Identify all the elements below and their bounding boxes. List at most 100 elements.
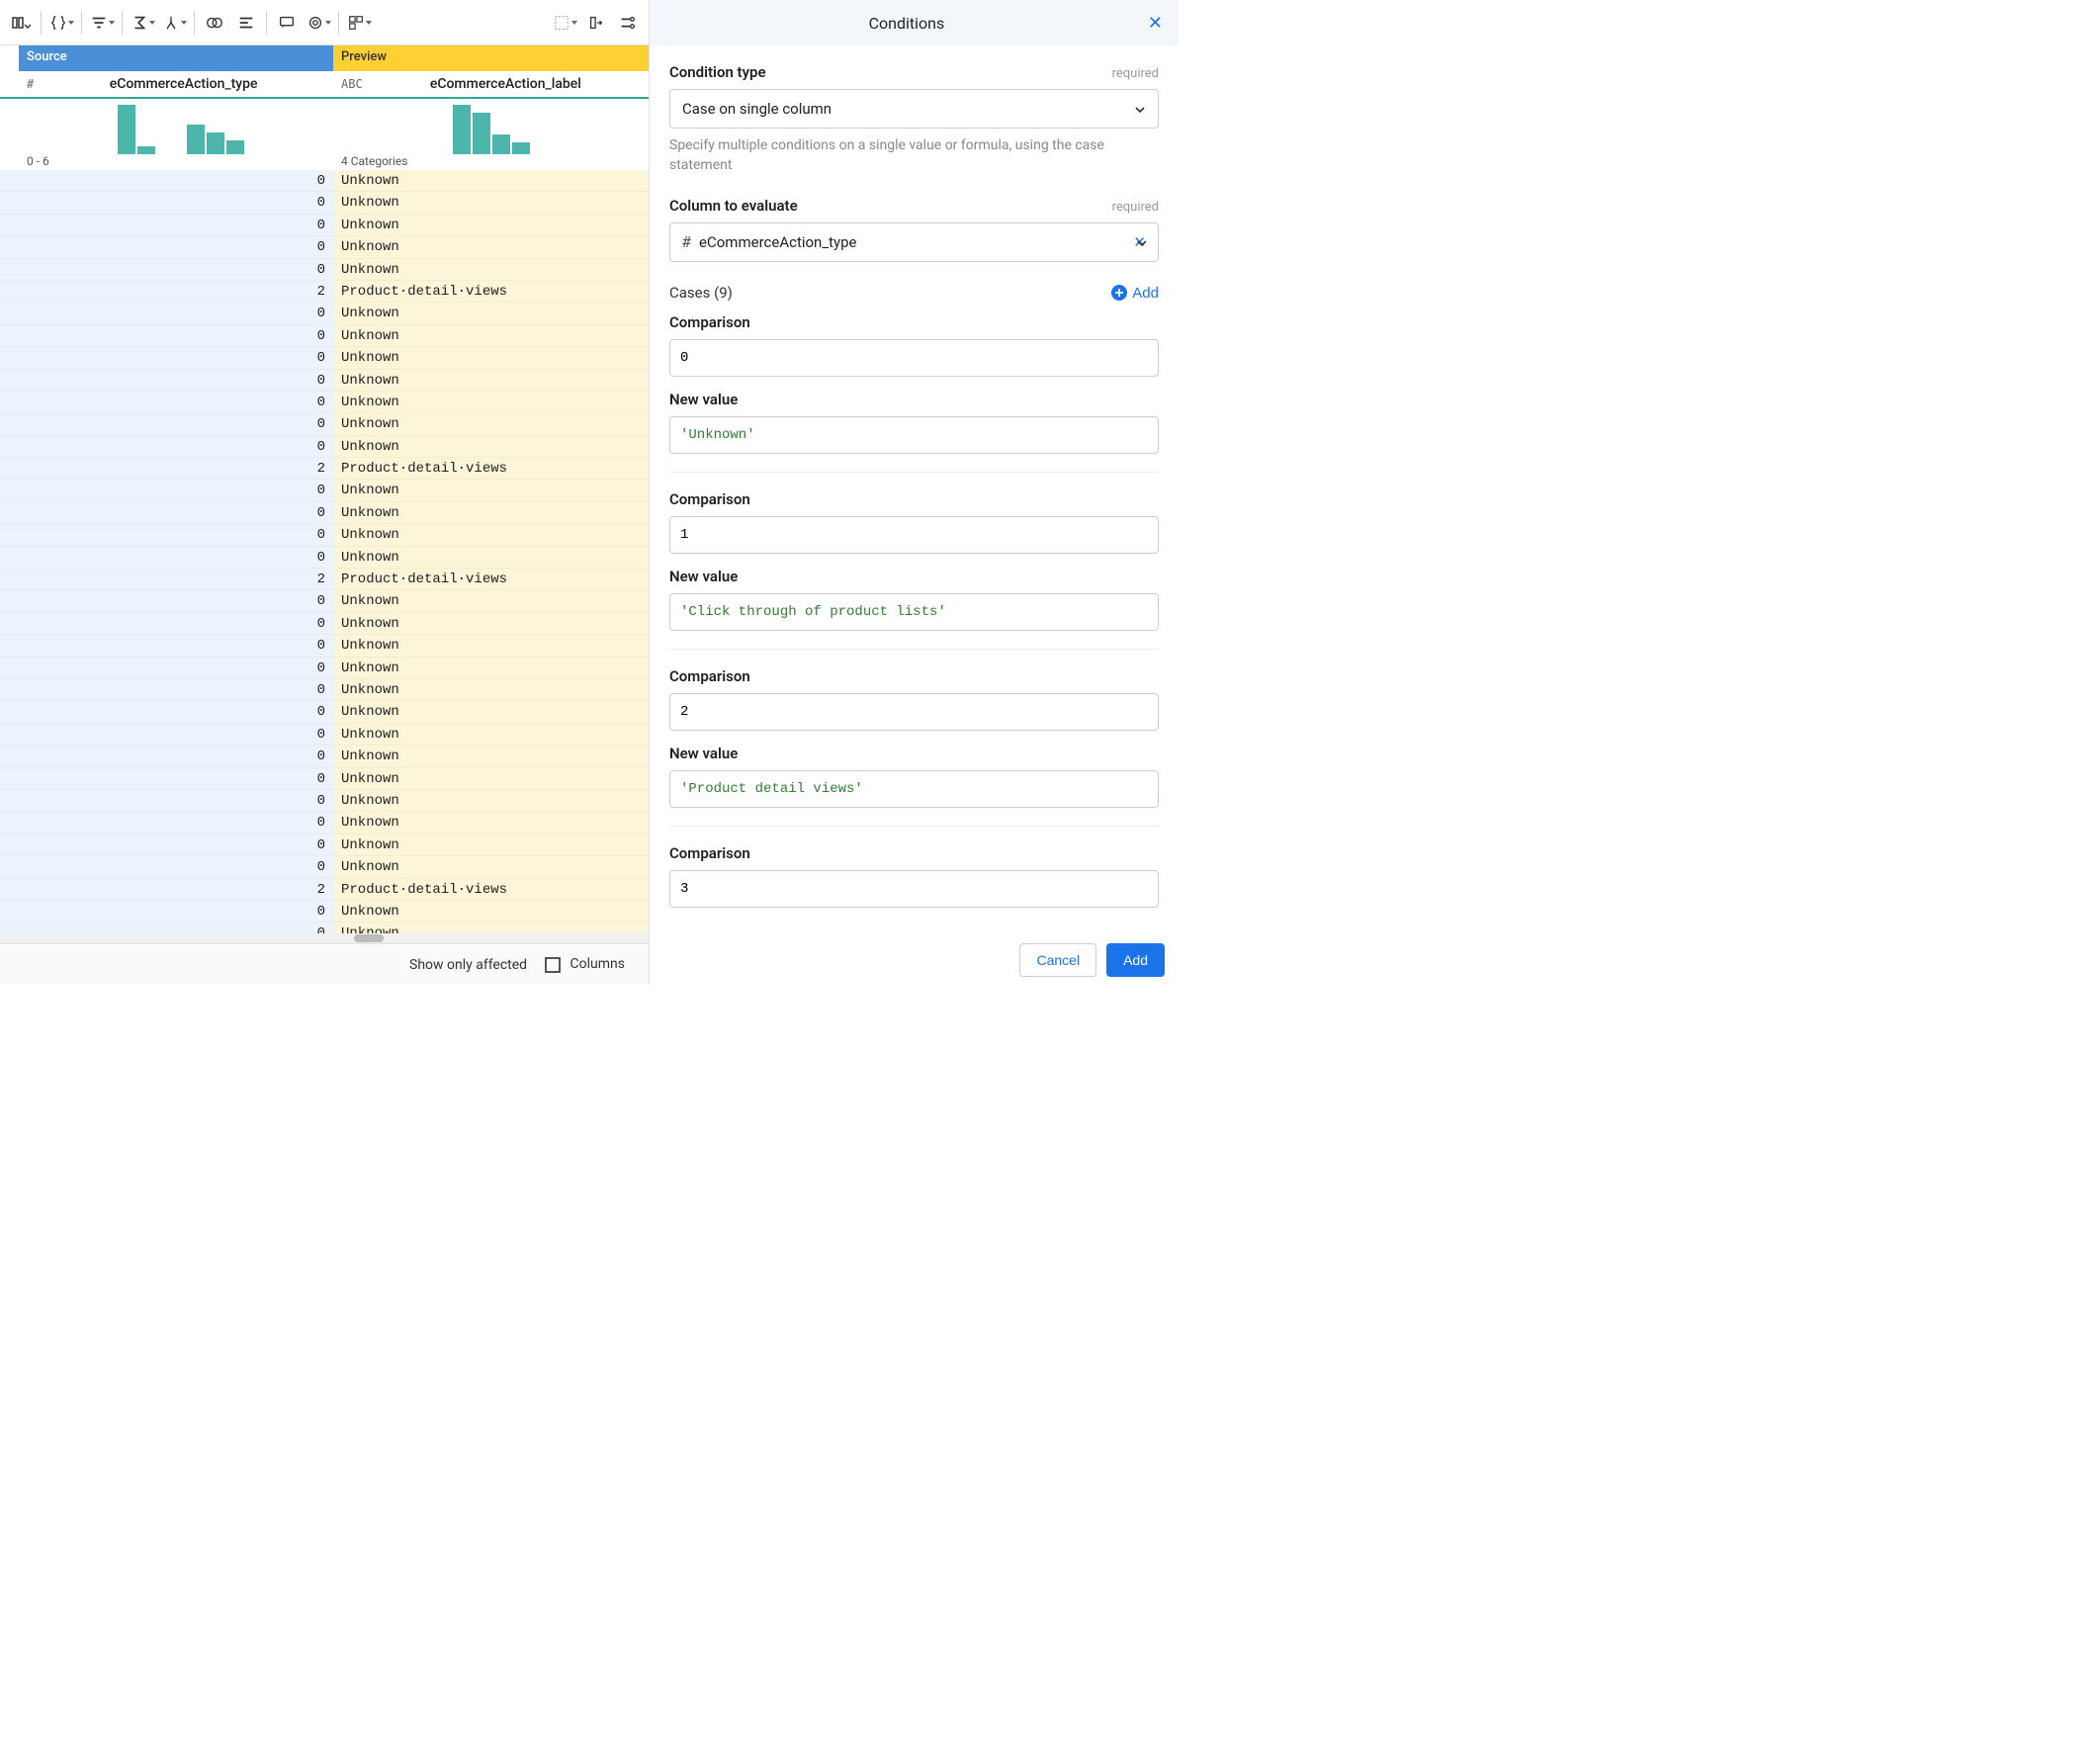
required-tag: required bbox=[1112, 66, 1159, 81]
table-row[interactable]: 0 Unknown bbox=[0, 303, 649, 324]
cell-type: 0 bbox=[19, 347, 333, 369]
table-row[interactable]: 0 Unknown bbox=[0, 923, 649, 933]
checkbox-icon[interactable] bbox=[545, 957, 561, 973]
table-row[interactable]: 0 Unknown bbox=[0, 701, 649, 723]
table-row[interactable]: 2 Product·detail·views bbox=[0, 569, 649, 590]
column-header-source[interactable]: Source bbox=[19, 45, 333, 71]
separator bbox=[41, 11, 42, 35]
table-row[interactable]: 0 Unknown bbox=[0, 370, 649, 392]
table-row[interactable]: 0 Unknown bbox=[0, 480, 649, 501]
plus-circle-icon bbox=[1110, 284, 1128, 302]
table-row[interactable]: 0 Unknown bbox=[0, 658, 649, 679]
cell-type: 2 bbox=[19, 281, 333, 303]
table-row[interactable]: 0 Unknown bbox=[0, 856, 649, 878]
select-icon[interactable] bbox=[550, 8, 579, 38]
table-row[interactable]: 0 Unknown bbox=[0, 436, 649, 458]
cell-type: 2 bbox=[19, 879, 333, 901]
new-value-input[interactable] bbox=[669, 416, 1159, 454]
table-row[interactable]: 0 Unknown bbox=[0, 768, 649, 790]
filter-icon[interactable] bbox=[87, 8, 117, 38]
table-row[interactable]: 0 Unknown bbox=[0, 347, 649, 369]
table-row[interactable]: 0 Unknown bbox=[0, 547, 649, 569]
comment-icon[interactable] bbox=[272, 8, 302, 38]
column-to-evaluate-value: eCommerceAction_type bbox=[699, 233, 856, 251]
condition-type-select[interactable]: Case on single column bbox=[669, 89, 1159, 129]
braces-icon[interactable] bbox=[46, 8, 76, 38]
comparison-label: Comparison bbox=[669, 313, 1159, 331]
cancel-button[interactable]: Cancel bbox=[1019, 943, 1096, 977]
target-icon[interactable] bbox=[304, 8, 333, 38]
cell-type: 0 bbox=[19, 635, 333, 657]
table-row[interactable]: 0 Unknown bbox=[0, 502, 649, 524]
cell-type: 0 bbox=[19, 901, 333, 923]
cell-label: Unknown bbox=[333, 192, 649, 214]
columns-toggle[interactable]: Columns bbox=[545, 956, 625, 972]
left-pane: Source Preview # eCommerceAction_type AB… bbox=[0, 0, 650, 985]
table-row[interactable]: 0 Unknown bbox=[0, 812, 649, 834]
cell-label: Unknown bbox=[333, 502, 649, 524]
merge-icon[interactable] bbox=[159, 8, 189, 38]
table-row[interactable]: 0 Unknown bbox=[0, 192, 649, 214]
column-preview[interactable]: ABC eCommerceAction_label bbox=[333, 76, 649, 92]
pivot-icon[interactable] bbox=[581, 8, 611, 38]
new-value-input[interactable] bbox=[669, 593, 1159, 631]
functions-icon[interactable] bbox=[344, 8, 374, 38]
cell-type: 0 bbox=[19, 259, 333, 281]
cell-label: Product·detail·views bbox=[333, 281, 649, 303]
comparison-input[interactable] bbox=[669, 516, 1159, 554]
case-divider bbox=[669, 472, 1159, 473]
cell-label: Unknown bbox=[333, 613, 649, 635]
table-row[interactable]: 0 Unknown bbox=[0, 413, 649, 435]
add-button[interactable]: Add bbox=[1106, 943, 1165, 977]
separator bbox=[266, 11, 267, 35]
cell-label: Product·detail·views bbox=[333, 458, 649, 480]
table-row[interactable]: 0 Unknown bbox=[0, 679, 649, 701]
comparison-input[interactable] bbox=[669, 339, 1159, 377]
table-row[interactable]: 2 Product·detail·views bbox=[0, 458, 649, 480]
comparison-label: Comparison bbox=[669, 490, 1159, 508]
horizontal-scrollbar[interactable] bbox=[0, 933, 649, 943]
table-row[interactable]: 0 Unknown bbox=[0, 746, 649, 767]
close-icon[interactable]: ✕ bbox=[1148, 13, 1163, 34]
condition-type-value: Case on single column bbox=[682, 100, 831, 118]
cell-type: 0 bbox=[19, 746, 333, 767]
cell-type: 0 bbox=[19, 370, 333, 392]
dedent-icon[interactable] bbox=[231, 8, 261, 38]
column-header-preview[interactable]: Preview bbox=[333, 45, 649, 71]
histogram-preview[interactable]: 4 Categories bbox=[333, 99, 649, 170]
table-row[interactable]: 0 Unknown bbox=[0, 613, 649, 635]
table-row[interactable]: 0 Unknown bbox=[0, 392, 649, 413]
cell-type: 0 bbox=[19, 436, 333, 458]
data-grid[interactable]: 0 Unknown 0 Unknown 0 Unknown 0 Unknown … bbox=[0, 170, 649, 933]
cell-type: 0 bbox=[19, 856, 333, 878]
table-row[interactable]: 0 Unknown bbox=[0, 259, 649, 281]
cell-type: 0 bbox=[19, 192, 333, 214]
cell-label: Unknown bbox=[333, 325, 649, 347]
table-row[interactable]: 2 Product·detail·views bbox=[0, 879, 649, 901]
table-row[interactable]: 0 Unknown bbox=[0, 215, 649, 236]
new-value-input[interactable] bbox=[669, 770, 1159, 808]
table-row[interactable]: 0 Unknown bbox=[0, 835, 649, 856]
table-row[interactable]: 0 Unknown bbox=[0, 170, 649, 192]
table-row[interactable]: 0 Unknown bbox=[0, 901, 649, 923]
column-to-evaluate-select[interactable]: # eCommerceAction_type ✕ bbox=[669, 222, 1159, 262]
settings-icon[interactable] bbox=[613, 8, 643, 38]
add-case-button[interactable]: Add bbox=[1110, 284, 1159, 302]
comparison-input[interactable] bbox=[669, 870, 1159, 908]
sigma-icon[interactable] bbox=[128, 8, 157, 38]
table-row[interactable]: 0 Unknown bbox=[0, 236, 649, 258]
show-only-affected-label[interactable]: Show only affected bbox=[409, 957, 527, 973]
table-row[interactable]: 0 Unknown bbox=[0, 524, 649, 546]
table-row[interactable]: 0 Unknown bbox=[0, 635, 649, 657]
table-row[interactable]: 0 Unknown bbox=[0, 790, 649, 812]
column-source[interactable]: # eCommerceAction_type bbox=[19, 76, 333, 92]
column-menu-icon[interactable] bbox=[6, 8, 36, 38]
histogram-source[interactable]: 0 - 6 bbox=[19, 99, 333, 170]
table-row[interactable]: 0 Unknown bbox=[0, 325, 649, 347]
table-row[interactable]: 0 Unknown bbox=[0, 724, 649, 746]
column-name-source: eCommerceAction_type bbox=[42, 76, 325, 92]
table-row[interactable]: 0 Unknown bbox=[0, 590, 649, 612]
join-icon[interactable] bbox=[200, 8, 229, 38]
table-row[interactable]: 2 Product·detail·views bbox=[0, 281, 649, 303]
comparison-input[interactable] bbox=[669, 693, 1159, 731]
